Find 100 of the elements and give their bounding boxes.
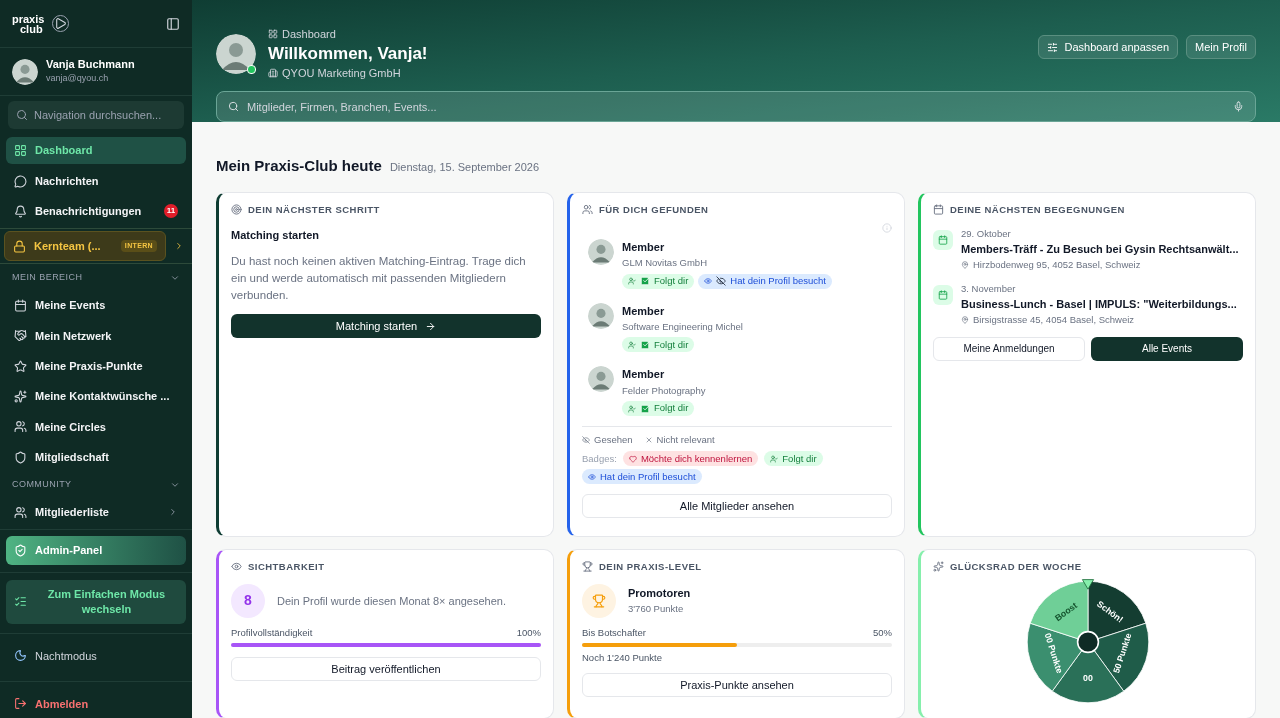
nav-item[interactable]: Meine Kontaktwünsche ...	[6, 382, 186, 411]
member-avatar	[588, 302, 614, 329]
nav-item[interactable]: Benachrichtigungen 11	[6, 197, 186, 226]
primary-button[interactable]: Matching starten	[231, 314, 541, 339]
card-title: FÜR DICH GEFUNDEN	[599, 202, 709, 217]
search-icon	[16, 109, 28, 121]
member-company: Software Engineering Michel	[622, 320, 743, 334]
secondary-button[interactable]: Alle Mitglieder ansehen	[582, 494, 892, 519]
checkbox-icon	[640, 339, 650, 350]
grid-icon	[268, 29, 278, 40]
user-name: Vanja Buchmann	[46, 57, 135, 72]
event-location: Birsigstrasse 45, 4054 Basel, Schweiz	[973, 312, 1135, 327]
handshake-icon	[14, 329, 27, 343]
member-company: Felder Photography	[622, 383, 706, 398]
secondary-button[interactable]: Beitrag veröffentlichen	[231, 657, 541, 681]
progress-value: 100%	[516, 625, 541, 640]
chevron-right-icon[interactable]	[174, 241, 184, 252]
progress-value: 50%	[873, 625, 892, 640]
nav-item[interactable]: Meine Events	[6, 291, 186, 320]
eye-off-icon	[582, 436, 590, 445]
card-title: DEIN NÄCHSTER SCHRITT	[248, 202, 380, 217]
card-title: GLÜCKSRAD DER WOCHE	[950, 559, 1082, 574]
avatar	[216, 33, 256, 74]
logout-item[interactable]: Abmelden	[6, 689, 186, 718]
company-name: QYOU Marketing GmbH	[282, 65, 401, 81]
person-check-icon	[628, 404, 636, 413]
event-location: Hirzbodenweg 95, 4052 Basel, Schweiz	[973, 257, 1141, 272]
close-icon	[644, 436, 653, 445]
pin-icon	[961, 260, 969, 269]
card-title: SICHTBARKEIT	[248, 559, 325, 574]
feedback-link[interactable]: Nicht relevant	[656, 433, 715, 448]
microphone-icon[interactable]	[1233, 101, 1244, 112]
level-name: Promotoren	[628, 586, 691, 602]
header-button[interactable]: Mein Profil	[1186, 35, 1256, 59]
sidebar-toggle-icon[interactable]	[166, 16, 180, 31]
header-button[interactable]: Dashboard anpassen	[1038, 35, 1179, 59]
moon-icon	[14, 649, 27, 663]
member-name[interactable]: Member	[622, 302, 743, 319]
chevron-right-icon	[168, 507, 178, 518]
card-subtitle: Matching starten	[231, 227, 320, 243]
logo[interactable]: praxis club	[12, 13, 45, 34]
member-name[interactable]: Member	[622, 366, 706, 383]
section-header[interactable]: MEIN BEREICH	[0, 267, 192, 289]
nav-item[interactable]: Dashboard	[6, 137, 186, 165]
feedback-link[interactable]: Gesehen	[594, 433, 633, 448]
sparkles-icon	[933, 561, 944, 573]
member-avatar	[588, 238, 614, 265]
star-icon	[14, 359, 27, 373]
progress-label: Profilvollständigkeit	[231, 625, 313, 640]
lock-icon	[13, 239, 26, 253]
nav-item[interactable]: Mein Netzwerk	[6, 322, 186, 350]
wheel-pointer	[1082, 578, 1094, 590]
search-icon	[228, 101, 239, 112]
night-mode-toggle[interactable]: Nachtmodus	[6, 641, 186, 670]
shield-icon	[14, 450, 27, 464]
navigation-search-field[interactable]: Navigation durchsuchen...	[8, 101, 184, 129]
person-check-icon	[628, 340, 636, 349]
trophy-icon	[582, 583, 616, 618]
event-title[interactable]: Members-Träff - Zu Besuch bei Gysin Rechtsanwält...	[961, 241, 1239, 258]
calendar-icon	[933, 229, 953, 250]
wheel-hub	[1076, 630, 1100, 653]
nav-item[interactable]: Meine Circles	[6, 413, 186, 441]
calendar-icon	[933, 284, 953, 305]
heart-icon	[628, 454, 637, 463]
simple-mode-button[interactable]: Zum Einfachen Modus wechseln	[6, 579, 186, 624]
section-header[interactable]: COMMUNITY	[0, 474, 192, 496]
calendar-icon	[933, 204, 944, 216]
chat-bubble-icon	[14, 174, 27, 188]
admin-panel-item[interactable]: Admin-Panel	[6, 535, 186, 565]
date: Dienstag, 15. September 2026	[389, 160, 540, 175]
global-search-field[interactable]: Mitglieder, Firmen, Branchen, Events...	[216, 91, 1256, 122]
grid-icon	[14, 144, 27, 158]
checkbox-icon	[640, 403, 650, 414]
remaining-points: Noch 1'240 Punkte	[582, 651, 663, 665]
event-title[interactable]: Business-Lunch - Basel | IMPULS: "Weiterbildungs...	[961, 296, 1237, 313]
card-text: Dein Profil wurde diesen Monat 8× angesehen.	[277, 593, 506, 609]
event-date: 3. November	[961, 281, 1017, 296]
card-text: Du hast noch keinen aktiven Matching-Eintrag. Trage dich ein und werde automatisch mit passenden Mitgliedern verbunden.	[231, 254, 527, 304]
nav-item[interactable]: Mitgliedschaft	[6, 443, 186, 472]
target-icon	[231, 204, 242, 216]
person-check-icon	[628, 277, 636, 285]
card-title: DEINE NÄCHSTEN BEGEGNUNGEN	[950, 202, 1125, 217]
secondary-button[interactable]: Meine Anmeldungen	[933, 336, 1085, 361]
member-name[interactable]: Member	[622, 238, 832, 256]
secondary-button[interactable]: Praxis-Punkte ansehen	[582, 673, 892, 698]
view-count: 8	[231, 583, 265, 618]
card-title: DEIN PRAXIS-LEVEL	[599, 559, 702, 574]
pin-icon	[961, 315, 969, 324]
event-date: 29. Oktober	[961, 226, 1012, 241]
breadcrumb[interactable]: Dashboard	[282, 26, 336, 43]
nav-item[interactable]: Mitgliederliste	[6, 498, 186, 526]
notification-count: 11	[164, 204, 178, 219]
primary-button[interactable]: Alle Events	[1091, 336, 1243, 361]
trophy-icon	[582, 561, 593, 573]
nav-item[interactable]: Nachrichten	[6, 167, 186, 195]
nav-item[interactable]: Meine Praxis-Punkte	[6, 352, 186, 380]
checkbox-icon	[640, 276, 650, 286]
person-check-icon	[770, 454, 779, 463]
shield-check-icon	[14, 543, 27, 557]
eye-icon	[231, 561, 242, 573]
